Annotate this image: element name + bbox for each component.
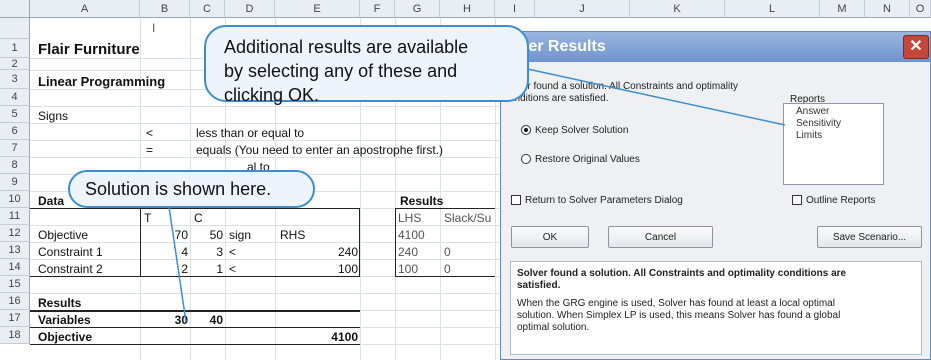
solution-callout-pointer (167, 199, 187, 323)
reports-callout-line-1: Additional results are available (224, 37, 469, 57)
solution-callout-text: Solution is shown here. (85, 179, 272, 199)
reports-callout-pointer (522, 67, 786, 126)
solution-callout: Solution is shown here. (68, 170, 315, 208)
reports-callout: Additional results are available by sele… (204, 25, 529, 105)
reports-callout-line-2: by selecting any of these and (224, 61, 458, 81)
reports-callout-line-3: clicking OK. (224, 85, 320, 105)
